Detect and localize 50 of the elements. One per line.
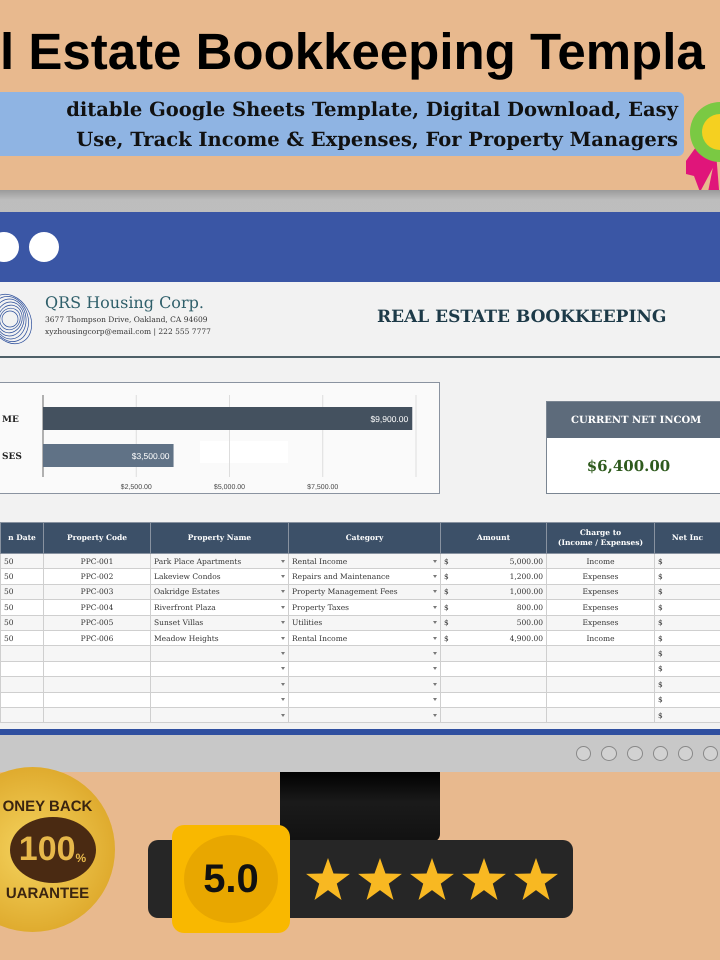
bar-value-label: $3,500.00 xyxy=(132,451,170,461)
dropdown-arrow-icon[interactable] xyxy=(281,714,285,717)
subtitle-text: ditable Google Sheets Template, Digital Download, Easy xyxy=(65,97,678,123)
star-icon xyxy=(410,858,454,900)
monitor-button-icon[interactable] xyxy=(703,746,718,760)
dropdown-arrow-icon[interactable] xyxy=(281,652,285,656)
dropdown-arrow-icon[interactable] xyxy=(433,621,437,624)
dropdown-arrow-icon[interactable] xyxy=(433,636,437,640)
dropdown-arrow-icon[interactable] xyxy=(433,575,437,578)
dropdown-arrow-icon[interactable] xyxy=(433,714,437,717)
bar-value-label: $9,900.00 xyxy=(370,414,408,424)
dropdown-arrow-icon[interactable] xyxy=(433,698,437,702)
dropdown-arrow-icon[interactable] xyxy=(281,667,285,670)
seal-text: ONEY BACK xyxy=(2,798,92,814)
sheet-title: REAL ESTATE BOOKKEEPING xyxy=(377,307,666,327)
star-icon xyxy=(306,858,350,900)
monitor-button-icon[interactable] xyxy=(653,746,668,760)
seal-text: UARANTEE xyxy=(4,884,90,902)
monitor-button-icon[interactable] xyxy=(601,746,617,760)
company-name: QRS Housing Corp. xyxy=(45,292,205,314)
category-label: ME xyxy=(2,415,19,425)
dropdown-arrow-icon[interactable] xyxy=(433,682,437,686)
dropdown-arrow-icon[interactable] xyxy=(281,682,285,686)
net-income-label: CURRENT NET INCOM xyxy=(547,402,720,438)
star-icon xyxy=(514,858,558,900)
net-income-value: $6,400.00 xyxy=(586,456,672,476)
dropdown-arrow-icon[interactable] xyxy=(281,698,285,702)
window-dot-icon xyxy=(29,232,59,262)
seal-percent: % xyxy=(76,850,86,864)
dropdown-arrow-icon[interactable] xyxy=(281,560,285,563)
dropdown-arrow-icon[interactable] xyxy=(281,606,285,609)
monitor-button-icon[interactable] xyxy=(627,746,643,760)
dropdown-arrow-icon[interactable] xyxy=(433,667,437,670)
monitor-button-icon[interactable] xyxy=(576,746,591,760)
star-icon xyxy=(358,858,402,900)
dropdown-arrow-icon[interactable] xyxy=(281,590,285,594)
category-label: SES xyxy=(2,452,22,462)
dropdown-arrow-icon[interactable] xyxy=(433,652,437,656)
dropdown-arrow-icon[interactable] xyxy=(433,606,437,609)
star-icon xyxy=(462,858,506,900)
rating-score: 5.0 xyxy=(184,835,278,923)
dropdown-arrow-icon[interactable] xyxy=(433,590,437,594)
subtitle-text: Use, Track Income & Expenses, For Property Managers xyxy=(75,127,678,153)
dropdown-arrow-icon[interactable] xyxy=(433,560,437,563)
banner-title: l Estate Bookkeeping Templa xyxy=(0,22,705,82)
dropdown-arrow-icon[interactable] xyxy=(281,575,285,578)
seal-number: 100 xyxy=(18,830,76,869)
dropdown-arrow-icon[interactable] xyxy=(281,636,285,640)
dropdown-arrow-icon[interactable] xyxy=(281,621,285,624)
monitor-button-icon[interactable] xyxy=(678,746,693,760)
